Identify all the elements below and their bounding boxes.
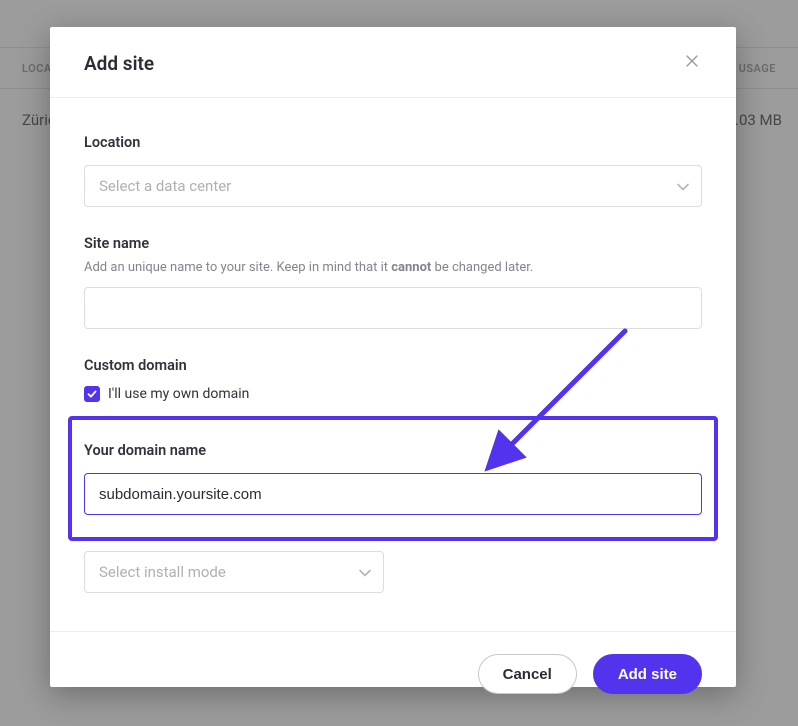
chevron-down-icon: [677, 177, 689, 195]
location-group: Location Select a data center: [84, 134, 702, 207]
add-site-modal: Add site Location Select a data center S…: [50, 27, 736, 687]
modal-title: Add site: [84, 52, 154, 75]
site-name-input[interactable]: [84, 287, 702, 329]
your-domain-input[interactable]: [84, 473, 702, 515]
custom-domain-group: Custom domain I'll use my own domain: [84, 357, 702, 402]
location-select[interactable]: Select a data center: [84, 165, 702, 207]
domain-name-highlight: Your domain name: [68, 416, 718, 541]
helper-text-post: be changed later.: [431, 260, 533, 275]
site-name-label: Site name: [84, 235, 702, 252]
modal-header: Add site: [50, 27, 736, 98]
own-domain-checkbox-label: I'll use my own domain: [108, 386, 249, 402]
custom-domain-label: Custom domain: [84, 357, 702, 374]
modal-footer: Cancel Add site: [50, 631, 736, 716]
add-site-button[interactable]: Add site: [593, 654, 702, 694]
location-placeholder: Select a data center: [99, 177, 231, 195]
close-icon: [686, 55, 698, 67]
location-label: Location: [84, 134, 702, 151]
helper-text-bold: cannot: [391, 260, 431, 275]
helper-text-pre: Add an unique name to your site. Keep in…: [84, 260, 391, 275]
chevron-down-icon: [359, 563, 371, 581]
own-domain-checkbox-row[interactable]: I'll use my own domain: [84, 386, 702, 402]
install-mode-group: Select install mode: [84, 551, 702, 593]
cancel-button[interactable]: Cancel: [478, 654, 577, 694]
close-button[interactable]: [682, 51, 702, 75]
checkbox-checked-icon: [84, 386, 100, 402]
modal-body: Location Select a data center Site name …: [50, 98, 736, 631]
site-name-helper: Add an unique name to your site. Keep in…: [84, 260, 702, 275]
site-name-group: Site name Add an unique name to your sit…: [84, 235, 702, 329]
install-mode-select[interactable]: Select install mode: [84, 551, 384, 593]
your-domain-label: Your domain name: [84, 442, 702, 459]
install-mode-placeholder: Select install mode: [99, 563, 226, 581]
